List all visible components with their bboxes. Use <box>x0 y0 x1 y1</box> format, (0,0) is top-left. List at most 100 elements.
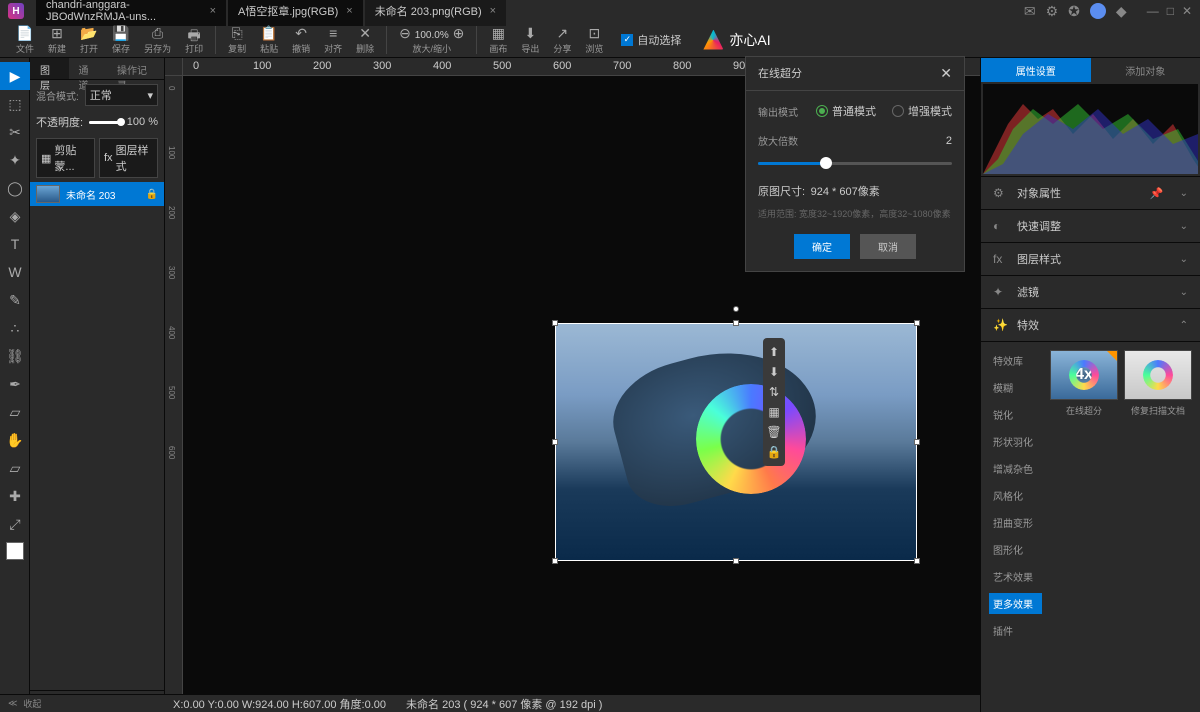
doc-tab-2[interactable]: 未命名 203.png(RGB)× <box>365 0 506 26</box>
flip-icon[interactable]: ⇅ <box>763 382 785 402</box>
effect-superres[interactable]: 4x 在线超分 <box>1050 350 1118 641</box>
effect-scan-repair[interactable]: 修复扫描文档 <box>1124 350 1192 641</box>
blend-select[interactable]: 正常▾ <box>85 84 158 106</box>
tool-browse[interactable]: ⊡浏览 <box>579 25 609 55</box>
collapse-label[interactable]: 收起 <box>23 697 41 710</box>
move-tool[interactable]: ▶ <box>0 62 30 90</box>
tool-share[interactable]: ↗分享 <box>547 25 577 55</box>
layer-style-button[interactable]: fx图层样式 <box>99 138 158 178</box>
marquee-tool[interactable]: ⬚ <box>0 90 30 118</box>
canvas-image[interactable] <box>555 323 917 561</box>
cat-distort[interactable]: 扭曲变形 <box>989 512 1042 533</box>
handle-bm[interactable] <box>733 558 739 564</box>
cat-library[interactable]: 特效库 <box>989 350 1042 371</box>
app-logo[interactable]: H <box>8 3 24 19</box>
shape-tool[interactable]: ▱ <box>0 398 30 426</box>
tool-export[interactable]: ⬇导出 <box>515 25 545 55</box>
tool-zoom[interactable]: ⊖ 100.0% ⊕放大/缩小 <box>393 25 470 55</box>
close-icon[interactable]: ✕ <box>940 65 952 82</box>
heal-tool[interactable]: ✚ <box>0 482 30 510</box>
padlock-icon[interactable]: 🔒 <box>763 442 785 462</box>
lasso-tool[interactable]: ◯ <box>0 174 30 202</box>
radio-normal[interactable]: 普通模式 <box>816 103 876 119</box>
acc-effects[interactable]: ✨特效⌃ <box>981 309 1200 342</box>
slider-handle[interactable] <box>117 118 125 126</box>
acc-quick-adjust[interactable]: ◐快速调整⌄ <box>981 210 1200 243</box>
cat-plugins[interactable]: 插件 <box>989 620 1042 641</box>
avatar[interactable] <box>1090 3 1106 19</box>
cat-sharpen[interactable]: 锐化 <box>989 404 1042 425</box>
wave-tool[interactable]: W <box>0 258 30 286</box>
cat-more[interactable]: 更多效果 <box>989 593 1042 614</box>
tool-new[interactable]: ⊞新建 <box>42 25 72 55</box>
doc-tab-1[interactable]: A悟空抠章.jpg(RGB)× <box>228 0 363 26</box>
cat-pixelate[interactable]: 图形化 <box>989 539 1042 560</box>
minimize-button[interactable]: — <box>1147 4 1159 18</box>
lock-icon[interactable]: ▦ <box>763 402 785 422</box>
tool-undo[interactable]: ↶撤销 <box>286 25 316 55</box>
layer-item[interactable]: 未命名 203 🔒 <box>30 182 164 206</box>
opacity-slider[interactable] <box>89 121 121 124</box>
acc-filters[interactable]: ✦滤镜⌄ <box>981 276 1200 309</box>
tool-print[interactable]: 🖶打印 <box>179 25 209 55</box>
handle-tr[interactable] <box>914 320 920 326</box>
spray-tool[interactable]: ∴ <box>0 314 30 342</box>
auto-select-toggle[interactable]: ✓ 自动选择 <box>621 32 681 48</box>
diamond-icon[interactable]: ◆ <box>1116 3 1127 20</box>
clip-mask-button[interactable]: ▦剪贴蒙... <box>36 138 95 178</box>
handle-rotate[interactable] <box>733 306 739 312</box>
acc-object-attrs[interactable]: ⚙对象属性📌⌄ <box>981 177 1200 210</box>
tool-paste[interactable]: 📋粘贴 <box>254 25 284 55</box>
tool-align[interactable]: ≡对齐 <box>318 25 348 55</box>
close-button[interactable]: ✕ <box>1182 4 1192 18</box>
slider-handle[interactable] <box>820 157 832 169</box>
perspective-tool[interactable]: ▱ <box>0 454 30 482</box>
doc-tab-0[interactable]: chandri-anggara-JBOdWnzRMJA-uns...× <box>36 0 226 26</box>
tab-channels[interactable]: 通道 <box>69 58 108 79</box>
layer-up-icon[interactable]: ⬆ <box>763 342 785 362</box>
crop-tool[interactable]: ✂ <box>0 118 30 146</box>
brush-tool[interactable]: ✎ <box>0 286 30 314</box>
cancel-button[interactable]: 取消 <box>860 234 916 259</box>
tool-file[interactable]: 📄文件 <box>10 25 40 55</box>
lock-icon[interactable]: 🔒 <box>146 189 158 200</box>
tool-canvas[interactable]: ▦画布 <box>483 25 513 55</box>
tab-history[interactable]: 操作记录 <box>107 58 164 79</box>
ok-button[interactable]: 确定 <box>794 234 850 259</box>
tool-saveas[interactable]: ⎙另存为 <box>138 25 177 55</box>
collapse-icon[interactable]: ≪ <box>8 698 17 709</box>
compass-icon[interactable]: ✪ <box>1068 3 1080 20</box>
mail-icon[interactable]: ✉ <box>1024 3 1036 20</box>
wand-tool[interactable]: ✦ <box>0 146 30 174</box>
close-icon[interactable]: × <box>490 5 496 17</box>
pin-icon[interactable]: 📌 <box>1150 187 1164 200</box>
layer-down-icon[interactable]: ⬇ <box>763 362 785 382</box>
tab-layers[interactable]: 图层 <box>30 58 69 79</box>
tool-delete[interactable]: ✕删除 <box>350 25 380 55</box>
close-icon[interactable]: × <box>210 5 216 17</box>
handle-ml[interactable] <box>552 439 558 445</box>
tool-save[interactable]: 💾保存 <box>106 25 136 55</box>
handle-bl[interactable] <box>552 558 558 564</box>
acc-layer-style[interactable]: fx图层样式⌄ <box>981 243 1200 276</box>
scale-slider[interactable] <box>758 162 952 165</box>
text-tool[interactable]: T <box>0 230 30 258</box>
cat-stylize[interactable]: 风格化 <box>989 485 1042 506</box>
tool-open[interactable]: 📂打开 <box>74 25 104 55</box>
cat-blur[interactable]: 模糊 <box>989 377 1042 398</box>
cat-artistic[interactable]: 艺术效果 <box>989 566 1042 587</box>
eyedropper-tool[interactable]: ⤢ <box>0 510 30 538</box>
cat-feather[interactable]: 形状羽化 <box>989 431 1042 452</box>
handle-tl[interactable] <box>552 320 558 326</box>
close-icon[interactable]: × <box>346 5 352 17</box>
color-swatch[interactable] <box>6 542 24 560</box>
maximize-button[interactable]: □ <box>1167 4 1174 18</box>
ai-logo[interactable]: 亦心AI <box>703 30 770 50</box>
cat-noise[interactable]: 增减杂色 <box>989 458 1042 479</box>
tab-add-object[interactable]: 添加对象 <box>1091 58 1200 82</box>
handle-mr[interactable] <box>914 439 920 445</box>
radio-enhance[interactable]: 增强模式 <box>892 103 952 119</box>
gear-icon[interactable]: ⚙ <box>1046 3 1059 20</box>
handle-tm[interactable] <box>733 320 739 326</box>
fill-tool[interactable]: ◈ <box>0 202 30 230</box>
